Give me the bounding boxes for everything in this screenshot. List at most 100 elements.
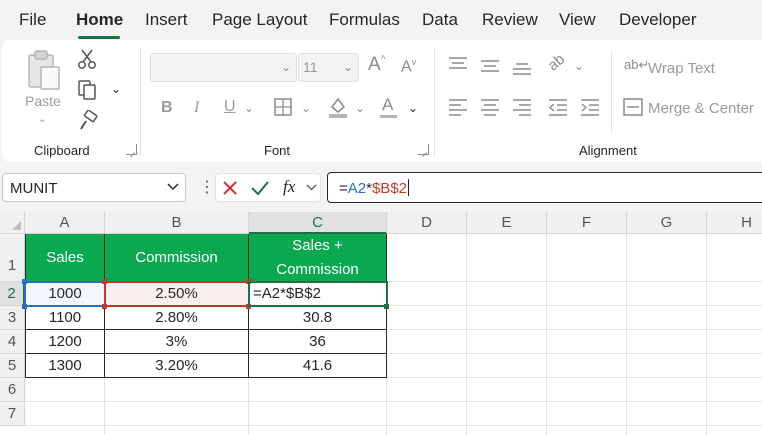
- row-header-6[interactable]: 6: [0, 378, 25, 402]
- font-color-chevron-down-icon[interactable]: ⌄: [408, 101, 418, 115]
- underline-button[interactable]: U: [224, 98, 236, 116]
- name-box-chevron-down-icon[interactable]: [167, 183, 179, 191]
- cell-b3[interactable]: 2.80%: [105, 306, 249, 330]
- align-center-icon[interactable]: [479, 98, 501, 116]
- borders-chevron-down-icon[interactable]: ⌄: [301, 101, 311, 115]
- tab-home[interactable]: Home: [76, 10, 123, 30]
- tab-data[interactable]: Data: [422, 10, 458, 30]
- reference-handle[interactable]: [22, 279, 27, 284]
- formula-input[interactable]: =A2*$B$2: [327, 172, 762, 203]
- row-header-4[interactable]: 4: [0, 330, 25, 354]
- cancel-icon[interactable]: [222, 180, 238, 196]
- tab-page-layout[interactable]: Page Layout: [212, 10, 307, 30]
- cell-c3[interactable]: 30.8: [249, 306, 387, 330]
- fill-handle[interactable]: [384, 304, 389, 309]
- decrease-indent-icon[interactable]: [547, 98, 569, 116]
- align-right-icon[interactable]: [511, 98, 533, 116]
- increase-indent-icon[interactable]: [579, 98, 601, 116]
- align-middle-icon[interactable]: [479, 58, 501, 76]
- cell-b4[interactable]: 3%: [105, 330, 249, 354]
- cell-b5[interactable]: 3.20%: [105, 354, 249, 378]
- italic-button[interactable]: I: [194, 99, 199, 117]
- cell-a1[interactable]: Sales: [25, 234, 105, 282]
- gridline: [466, 234, 467, 435]
- reference-handle[interactable]: [22, 304, 27, 309]
- tab-file[interactable]: File: [19, 10, 46, 30]
- gridline: [706, 234, 707, 435]
- more-options-icon[interactable]: ⋮: [199, 177, 215, 197]
- fx-icon[interactable]: fx: [283, 177, 295, 197]
- row-header-7[interactable]: 7: [0, 402, 25, 426]
- formula-eq: =: [339, 180, 348, 197]
- shrink-font-icon[interactable]: Av: [401, 57, 416, 76]
- tab-insert[interactable]: Insert: [145, 10, 188, 30]
- row-header-1[interactable]: 1: [0, 234, 25, 282]
- orientation-icon[interactable]: ab: [544, 51, 568, 75]
- column-header-d[interactable]: D: [387, 212, 467, 234]
- row-header-3[interactable]: 3: [0, 306, 25, 330]
- wrap-text-button[interactable]: Wrap Text: [648, 60, 715, 77]
- column-header-a[interactable]: A: [25, 212, 105, 234]
- cut-icon[interactable]: [77, 48, 97, 70]
- ribbon: Paste ⌄ ⌄ Clipboard ⌄ 11 ⌄ A^ Av B I U ⌄…: [2, 40, 762, 162]
- tab-view[interactable]: View: [559, 10, 596, 30]
- orientation-chevron-down-icon[interactable]: ⌄: [574, 59, 584, 73]
- font-size-value: 11: [303, 59, 318, 75]
- reference-handle[interactable]: [102, 279, 107, 284]
- reference-handle[interactable]: [102, 304, 107, 309]
- gridline: [387, 353, 762, 354]
- align-top-icon[interactable]: [447, 56, 469, 74]
- row-header-2[interactable]: 2: [0, 282, 25, 306]
- copy-chevron-down-icon[interactable]: ⌄: [111, 82, 121, 96]
- font-launcher-icon[interactable]: [418, 144, 429, 155]
- fill-color-chevron-down-icon[interactable]: ⌄: [355, 101, 365, 115]
- name-box[interactable]: MUNIT: [2, 173, 186, 202]
- gridline: [546, 234, 547, 435]
- grow-font-icon[interactable]: A^: [368, 54, 385, 76]
- cell-c4[interactable]: 36: [249, 330, 387, 354]
- font-size-chevron-down-icon[interactable]: ⌄: [343, 60, 353, 74]
- merge-center-icon[interactable]: [623, 98, 643, 116]
- fx-chevron-down-icon[interactable]: [306, 184, 317, 191]
- font-name-chevron-down-icon[interactable]: ⌄: [281, 60, 291, 74]
- align-left-icon[interactable]: [447, 98, 469, 116]
- tab-review[interactable]: Review: [482, 10, 538, 30]
- worksheet-grid[interactable]: A B C D E F G H 1 2 3 4 5 6 7 Sales Comm…: [0, 212, 762, 435]
- column-header-b[interactable]: B: [105, 212, 249, 234]
- cell-a4[interactable]: 1200: [25, 330, 105, 354]
- font-color-icon[interactable]: A: [382, 95, 393, 115]
- group-separator: [434, 48, 435, 156]
- font-size-combo[interactable]: 11 ⌄: [298, 53, 359, 82]
- merge-center-button[interactable]: Merge & Center: [648, 100, 754, 117]
- underline-chevron-down-icon[interactable]: ⌄: [244, 101, 254, 115]
- column-header-e[interactable]: E: [467, 212, 547, 234]
- cell-a3[interactable]: 1100: [25, 306, 105, 330]
- wrap-text-icon[interactable]: ab↵: [624, 57, 649, 73]
- cell-c1[interactable]: Sales + Commission: [249, 234, 387, 282]
- clipboard-launcher-icon[interactable]: [126, 144, 137, 155]
- paste-chevron-down-icon[interactable]: ⌄: [38, 114, 46, 125]
- cell-b1[interactable]: Commission: [105, 234, 249, 282]
- bold-button[interactable]: B: [161, 99, 173, 117]
- copy-icon[interactable]: [77, 79, 97, 101]
- paste-icon[interactable]: [26, 49, 62, 93]
- column-header-f[interactable]: F: [547, 212, 627, 234]
- font-name-combo[interactable]: ⌄: [150, 53, 297, 82]
- tab-formulas[interactable]: Formulas: [329, 10, 400, 30]
- borders-icon[interactable]: [273, 97, 293, 117]
- paste-label[interactable]: Paste: [25, 93, 61, 109]
- fill-color-icon[interactable]: [327, 95, 349, 119]
- align-bottom-icon[interactable]: [511, 60, 533, 78]
- cell-c5[interactable]: 41.6: [249, 354, 387, 378]
- tab-developer[interactable]: Developer: [619, 10, 697, 30]
- group-separator: [611, 52, 612, 132]
- column-header-c[interactable]: C: [249, 212, 387, 234]
- format-painter-icon[interactable]: [77, 110, 99, 132]
- column-header-g[interactable]: G: [627, 212, 707, 234]
- gridline: [387, 329, 762, 330]
- enter-icon[interactable]: [250, 180, 270, 196]
- column-header-h[interactable]: H: [707, 212, 762, 234]
- cell-a5[interactable]: 1300: [25, 354, 105, 378]
- select-all-button[interactable]: [0, 212, 25, 234]
- row-header-5[interactable]: 5: [0, 354, 25, 378]
